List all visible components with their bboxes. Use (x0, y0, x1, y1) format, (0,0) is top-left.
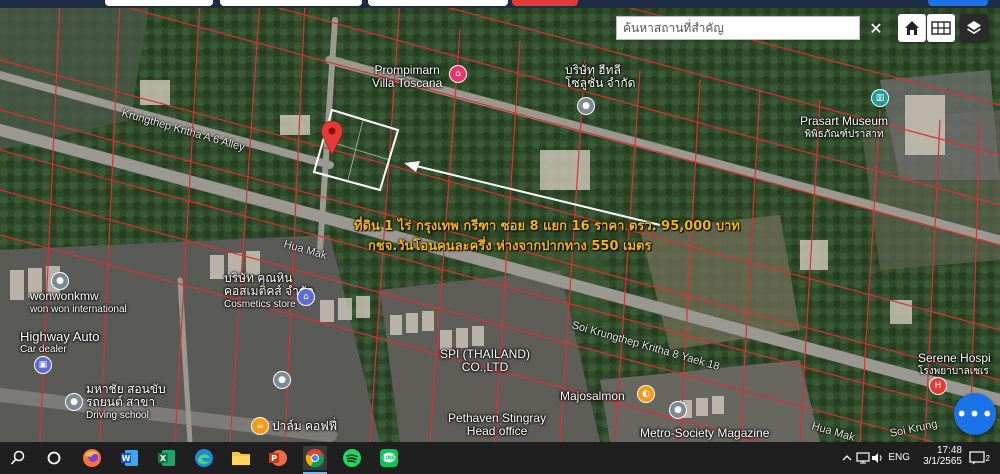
poi-label-company-north[interactable]: บริษัท ฮีทลี โซลูชั่น จำกัด (565, 64, 635, 90)
svg-text:W: W (122, 454, 131, 463)
hotel-pin-icon[interactable]: ⌂ (450, 66, 466, 82)
poi-label-spi[interactable]: SPI (THAILAND) CO.,LTD (440, 348, 530, 374)
file-explorer-icon[interactable] (229, 446, 253, 470)
chrome-icon[interactable] (303, 446, 327, 470)
close-search-button[interactable]: ✕ (864, 16, 888, 40)
poi-label-wonwonkmw[interactable]: wonwonkmw won won international (30, 290, 127, 316)
place-pin-icon[interactable]: ● (274, 372, 290, 388)
hospital-pin-icon[interactable]: H (930, 378, 946, 394)
network-icon[interactable] (856, 446, 870, 470)
svg-text:LINE: LINE (383, 456, 396, 462)
shop-pin-icon[interactable]: ⌂ (298, 289, 314, 305)
notification-icon[interactable]: 2 (966, 446, 990, 470)
poi-label-driving-school[interactable]: มหาชัย สอนขับ รถยนต์ สาขา Driving school (86, 383, 166, 422)
food-pin-icon[interactable]: ◐ (638, 386, 654, 402)
volume-icon[interactable] (871, 446, 885, 470)
chevron-up-icon[interactable] (840, 446, 854, 470)
grid-view-button[interactable] (927, 14, 955, 42)
header-control[interactable] (105, 0, 213, 6)
more-options-fab[interactable]: ••• (954, 393, 996, 435)
top-header-bar (0, 0, 1000, 8)
clock[interactable]: 17:48 3/1/2565 (918, 445, 962, 467)
poi-label-highway-auto[interactable]: Highway Auto Car dealer (20, 330, 100, 356)
poi-label-prompimarn[interactable]: Prompimarn Villa Toscana (372, 64, 442, 90)
place-pin-icon[interactable]: ● (670, 402, 686, 418)
line-app-icon[interactable]: LINE (377, 446, 401, 470)
task-view-icon[interactable] (42, 446, 66, 470)
place-pin-icon[interactable]: ● (578, 98, 594, 114)
clock-date: 3/1/2565 (923, 456, 962, 467)
header-control[interactable] (928, 0, 988, 6)
landmark-search-input[interactable] (617, 17, 859, 39)
layers-button[interactable] (960, 14, 988, 42)
edge-icon[interactable] (192, 446, 216, 470)
museum-pin-icon[interactable]: ▥ (872, 90, 888, 106)
poi-label-metro-society[interactable]: Metro-Society Magazine (640, 427, 769, 440)
car-dealer-pin-icon[interactable]: ▣ (35, 357, 51, 373)
powerpoint-icon[interactable]: P (266, 446, 290, 470)
place-pin-icon[interactable]: ● (52, 273, 68, 289)
spotify-icon[interactable] (340, 446, 364, 470)
language-indicator[interactable]: ENG (886, 452, 910, 463)
listing-annotation-line1: ที่ดิน 1 ไร่ กรุงเทพ กรีฑา ซอย 8 แยก 16 … (354, 219, 740, 234)
map-view[interactable]: Prompimarn Villa Toscana ⌂ บริษัท ฮีทลี … (0, 0, 1000, 442)
header-control[interactable] (512, 0, 578, 6)
windows-taskbar: W X P LINE ENG 17:48 3/1/2565 2 (0, 442, 1000, 474)
excel-icon[interactable]: X (155, 446, 179, 470)
landmark-search-box[interactable] (616, 16, 860, 40)
home-icon (905, 21, 919, 35)
header-control[interactable] (220, 0, 362, 6)
close-icon: ✕ (869, 18, 883, 38)
cafe-pin-icon[interactable]: ☕ (252, 418, 268, 434)
svg-text:X: X (160, 454, 167, 463)
clock-time: 17:48 (936, 445, 962, 456)
poi-label-serene[interactable]: Serene Hospi โรงพยาบาลเซเร (918, 352, 991, 378)
poi-label-prasart[interactable]: Prasart Museum พิพิธภัณฑ์ปราสาท (800, 115, 888, 141)
search-icon[interactable] (6, 446, 30, 470)
firefox-icon[interactable] (80, 446, 104, 470)
header-control[interactable] (368, 0, 508, 6)
listing-annotation-line2: กชจ.วันโอนคนละครึ่ง ห่างจากปากทาง 550 เม… (368, 239, 652, 254)
layers-icon (967, 21, 981, 34)
more-dots-icon: ••• (955, 402, 995, 426)
school-pin-icon[interactable]: ● (66, 394, 82, 410)
poi-label-paam[interactable]: ปาล์ม คอฟฟี่ (272, 420, 337, 433)
grid-icon (931, 21, 951, 35)
poi-label-majosalmon[interactable]: Majosalmon (560, 390, 625, 403)
notification-badge: 2 (985, 454, 990, 463)
poi-label-pethaven[interactable]: Pethaven Stingray Head office (448, 412, 546, 438)
home-button[interactable] (898, 14, 926, 42)
word-icon[interactable]: W (118, 446, 142, 470)
svg-text:P: P (271, 454, 277, 463)
